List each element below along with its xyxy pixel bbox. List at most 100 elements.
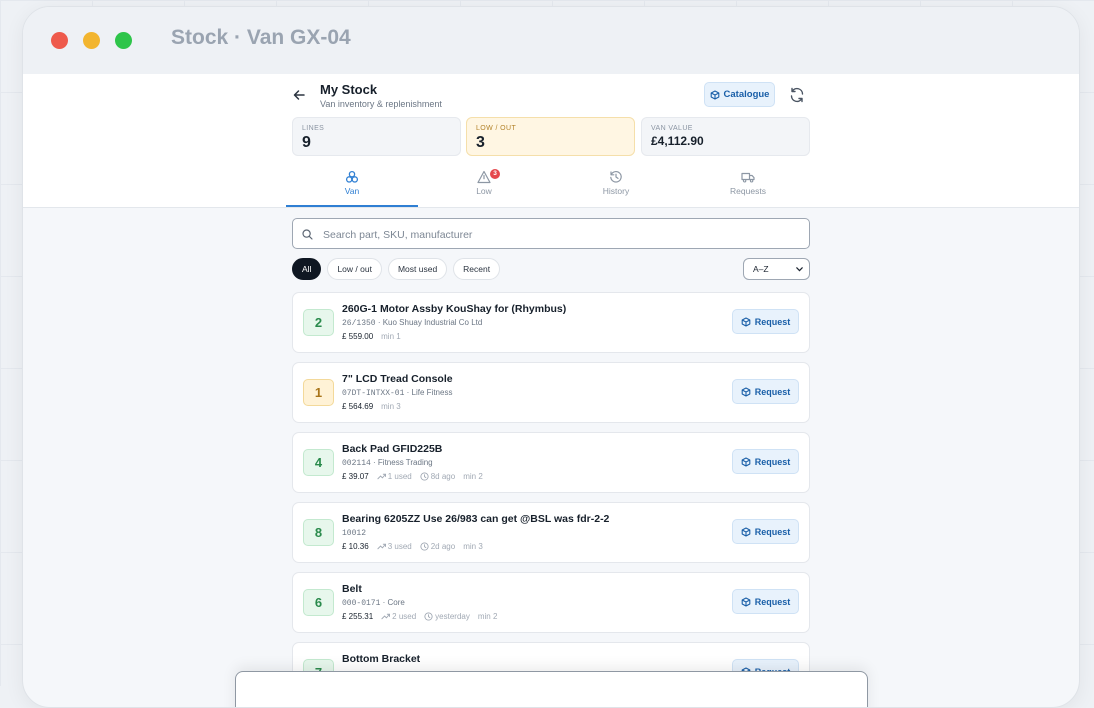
item-manufacturer: · Core	[380, 598, 405, 607]
tab-label: Van	[344, 186, 360, 196]
request-button-label: Request	[754, 596, 791, 607]
clock-icon	[420, 472, 429, 481]
close-window-button[interactable]	[51, 32, 68, 49]
stock-item-card[interactable]: 6 Belt 000-0171 · Core £ 255.31 2 used yes…	[292, 572, 810, 633]
item-meta: £ 10.36 3 used 2d ago min 3	[342, 542, 483, 551]
filter-chip-all[interactable]: All	[292, 258, 322, 280]
request-button[interactable]: Request	[732, 309, 799, 334]
item-sku-line: 07DT-INTXX-01 · Life Fitness	[342, 388, 452, 398]
item-min-level: min 3	[381, 402, 401, 411]
clock-icon	[420, 542, 429, 551]
refresh-icon[interactable]	[788, 86, 806, 104]
item-sku: 07DT-INTXX-01	[342, 389, 405, 398]
item-name: Bottom Bracket	[342, 653, 421, 665]
package-icon	[741, 386, 751, 397]
stat-value: £4,112.90	[651, 134, 704, 148]
request-button[interactable]: Request	[732, 379, 799, 404]
item-sku: 002114	[342, 459, 371, 468]
item-name: Bearing 6205ZZ Use 26/983 can get @BSL w…	[342, 513, 610, 525]
request-button-label: Request	[754, 386, 791, 397]
quantity-badge: 1	[303, 379, 334, 406]
maximize-window-button[interactable]	[115, 32, 132, 49]
stat-label: LINES	[302, 125, 325, 132]
stock-item-card[interactable]: 1 7" LCD Tread Console 07DT-INTXX-01 · L…	[292, 362, 810, 423]
package-icon	[741, 456, 751, 467]
stat-value: 9	[302, 134, 311, 151]
item-min-level: min 1	[381, 332, 401, 341]
tab-low[interactable]: 3 Low	[418, 169, 550, 207]
tab-van[interactable]: Van	[286, 170, 418, 207]
window-title: Stock · Van GX-04	[171, 26, 351, 49]
item-sku-line: 000-0171 · Core	[342, 598, 405, 608]
stock-item-card[interactable]: 2 260G-1 Motor Assby KouShay for (Rhymbu…	[292, 292, 810, 353]
bottom-sheet[interactable]	[235, 671, 868, 707]
request-button[interactable]: Request	[732, 449, 799, 474]
quantity-badge: 6	[303, 589, 334, 616]
trend-up-icon	[377, 543, 386, 550]
item-sku-line: 26/1350 · Kuo Shuay Industrial Co Ltd	[342, 318, 482, 328]
item-meta: £ 255.31 2 used yesterday min 2	[342, 612, 497, 621]
quantity-badge: 4	[303, 449, 334, 476]
item-price: £ 39.07	[342, 472, 369, 481]
clock-meta: yesterday	[424, 612, 470, 621]
item-manufacturer: · Life Fitness	[404, 388, 453, 397]
item-price: £ 10.36	[342, 542, 369, 551]
item-price: £ 559.00	[342, 332, 374, 341]
request-button-label: Request	[754, 316, 791, 327]
filter-chip-recent[interactable]: Recent	[453, 258, 501, 280]
app-window: Stock · Van GX-04 My Stock Van inventory…	[22, 6, 1080, 708]
stat-lines: LINES 9	[292, 117, 461, 156]
title-bar: Stock · Van GX-04	[23, 7, 1079, 75]
history-icon	[610, 171, 622, 183]
tab-history[interactable]: History	[550, 170, 682, 207]
catalogue-button[interactable]: Catalogue	[704, 82, 775, 107]
item-min-level: min 3	[463, 542, 483, 551]
search-input[interactable]	[321, 225, 795, 245]
item-price: £ 564.69	[342, 402, 374, 411]
item-name: 7" LCD Tread Console	[342, 373, 453, 385]
item-sku: 26/1350	[342, 319, 376, 328]
item-sku: 10012	[342, 529, 367, 538]
warning-icon	[477, 170, 491, 184]
item-manufacturer: · Fitness Trading	[370, 458, 433, 467]
low-count-badge: 3	[490, 169, 500, 179]
trend-up-meta: 3 used	[377, 542, 412, 551]
minimize-window-button[interactable]	[83, 32, 100, 49]
stat-low-out[interactable]: LOW / OUT 3	[466, 117, 635, 156]
search-bar[interactable]	[292, 218, 810, 249]
request-button-label: Request	[754, 456, 791, 467]
request-button[interactable]: Request	[732, 589, 799, 614]
sort-select[interactable]: A–Z	[743, 258, 810, 280]
back-arrow-icon[interactable]	[292, 88, 306, 102]
stat-value: 3	[476, 134, 485, 151]
stock-item-card[interactable]: 8 Bearing 6205ZZ Use 26/983 can get @BSL…	[292, 502, 810, 563]
filter-chip-most-used[interactable]: Most used	[387, 258, 448, 280]
item-meta: £ 564.69 min 3	[342, 402, 401, 411]
item-sku: 000-0171	[342, 599, 381, 608]
trend-up-meta: 1 used	[377, 472, 412, 481]
item-name: Back Pad GFID225B	[342, 443, 443, 455]
page-title: My Stock	[320, 82, 378, 97]
catalogue-button-label: Catalogue	[723, 89, 770, 100]
app-header: My Stock Van inventory & replenishment C…	[23, 74, 1079, 208]
tab-requests[interactable]: Requests	[682, 170, 814, 207]
item-sku-line: 10012	[342, 528, 366, 538]
item-name: 260G-1 Motor Assby KouShay for (Rhymbus)	[342, 303, 567, 315]
package-icon	[741, 316, 751, 327]
boxes-icon	[345, 170, 359, 183]
clock-icon	[424, 612, 433, 621]
item-price: £ 255.31	[342, 612, 374, 621]
page-subtitle: Van inventory & replenishment	[320, 99, 442, 109]
package-icon	[741, 526, 751, 537]
quantity-badge: 2	[303, 309, 334, 336]
tab-label: Low	[476, 186, 492, 196]
stat-label: LOW / OUT	[476, 125, 517, 132]
filter-chip-low-out[interactable]: Low / out	[327, 258, 382, 280]
trend-up-meta: 2 used	[381, 612, 416, 621]
item-min-level: min 2	[477, 612, 498, 621]
request-button[interactable]: Request	[732, 519, 799, 544]
stock-item-card[interactable]: 4 Back Pad GFID225B 002114 · Fitness Tra…	[292, 432, 810, 493]
stat-van-value: VAN VALUE £4,112.90	[641, 117, 810, 156]
request-button-label: Request	[754, 526, 791, 537]
package-icon	[741, 596, 751, 607]
